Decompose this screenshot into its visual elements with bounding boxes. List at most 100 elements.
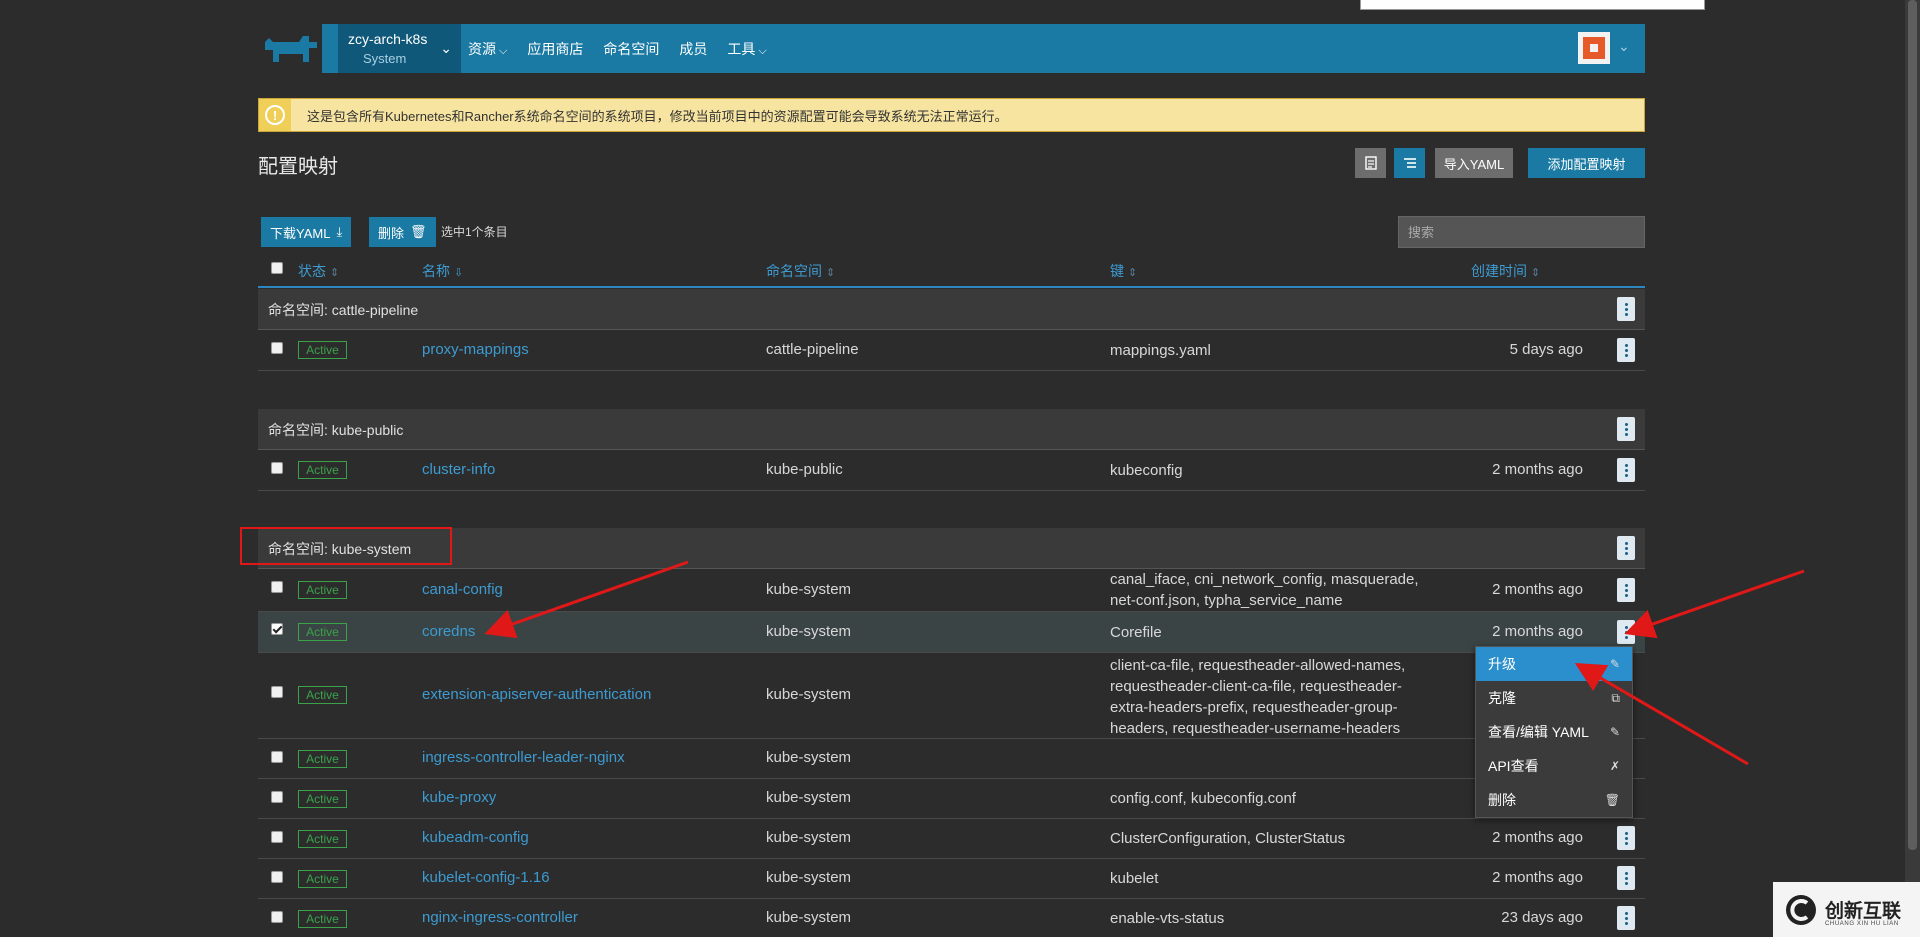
pencil-icon: ✎: [1609, 725, 1620, 739]
row-checkbox[interactable]: [271, 686, 283, 698]
menu-item-api-view[interactable]: API查看 ✗: [1476, 749, 1632, 783]
scrollbar-thumb[interactable]: [1908, 0, 1917, 850]
table-row: Active proxy-mappings cattle-pipeline ma…: [258, 330, 1645, 371]
table-header-divider: [258, 286, 1645, 288]
namespace-group-header: 命名空间: cattle-pipeline: [258, 289, 1645, 330]
sort-icon: ⇕: [330, 267, 340, 279]
configmap-name-link[interactable]: canal-config: [422, 581, 503, 598]
column-namespace[interactable]: 命名空间 ⇕: [766, 261, 835, 281]
popup-edge: [1360, 0, 1705, 10]
row-created: 2 months ago: [1492, 581, 1583, 598]
row-checkbox[interactable]: [271, 911, 283, 923]
menu-item-view-edit-yaml[interactable]: 查看/编辑 YAML ✎: [1476, 715, 1632, 749]
row-checkbox[interactable]: [271, 462, 283, 474]
document-icon: [1364, 156, 1377, 170]
copy-icon: ⧉: [1611, 690, 1620, 705]
add-configmap-button[interactable]: 添加配置映射: [1528, 148, 1645, 178]
configmap-name-link[interactable]: ingress-controller-leader-nginx: [422, 749, 625, 766]
menu-item-delete[interactable]: 删除 🗑: [1476, 783, 1632, 817]
configmap-name-link[interactable]: kube-proxy: [422, 789, 496, 806]
status-badge: Active: [298, 750, 347, 768]
row-checkbox[interactable]: [271, 871, 283, 883]
row-actions-kebab-icon[interactable]: [1617, 338, 1635, 362]
column-state[interactable]: 状态 ⇕: [298, 261, 339, 281]
column-name[interactable]: 名称 ⇩: [422, 261, 463, 281]
row-keys: kubelet: [1110, 870, 1159, 887]
warning-icon: !: [259, 99, 291, 131]
row-actions-kebab-icon[interactable]: [1617, 866, 1635, 890]
avatar-icon: [1583, 37, 1605, 59]
status-badge: Active: [298, 686, 347, 704]
search-input[interactable]: [1398, 216, 1645, 248]
group-view-button[interactable]: [1394, 148, 1425, 178]
sort-icon: ⇕: [1128, 267, 1138, 279]
nav-resources[interactable]: 资源 ⌵: [468, 39, 507, 59]
chevron-down-icon: ⌵: [758, 44, 767, 57]
nav-namespaces[interactable]: 命名空间: [603, 39, 659, 59]
row-checkbox[interactable]: [271, 342, 283, 354]
chevron-down-icon[interactable]: ⌄: [1618, 38, 1630, 55]
table-row: Active kubelet-config-1.16 kube-system k…: [258, 859, 1645, 899]
select-all-checkbox[interactable]: [271, 262, 283, 274]
row-actions-kebab-icon[interactable]: [1617, 906, 1635, 930]
row-created: 2 months ago: [1492, 623, 1583, 640]
user-avatar[interactable]: [1578, 32, 1610, 64]
project-name: System: [363, 51, 407, 66]
row-actions-kebab-icon[interactable]: [1617, 578, 1635, 602]
page-scrollbar[interactable]: [1905, 0, 1920, 937]
row-actions-kebab-icon[interactable]: [1617, 826, 1635, 850]
delete-button[interactable]: 删除 🗑: [369, 217, 436, 247]
nav-tools[interactable]: 工具 ⌵: [727, 39, 766, 59]
warning-text: 这是包含所有Kubernetes和Rancher系统命名空间的系统项目，修改当前…: [307, 108, 1008, 124]
row-checkbox[interactable]: [271, 623, 283, 635]
row-actions-kebab-icon[interactable]: [1617, 620, 1635, 644]
status-badge: Active: [298, 461, 347, 479]
row-namespace: kube-system: [766, 789, 852, 806]
watermark-logo-icon: [1786, 894, 1816, 925]
group-actions-kebab-icon[interactable]: [1617, 417, 1635, 441]
status-badge: Active: [298, 581, 347, 599]
status-badge: Active: [298, 623, 347, 641]
nav-catalog[interactable]: 应用商店: [527, 39, 583, 59]
download-icon: ⤓: [336, 224, 343, 239]
watermark-logo: 创新互联 CHUANG XIN HU LIAN: [1773, 882, 1920, 937]
row-checkbox[interactable]: [271, 751, 283, 763]
configmap-name-link[interactable]: proxy-mappings: [422, 341, 529, 358]
row-checkbox[interactable]: [271, 791, 283, 803]
list-view-button[interactable]: [1355, 148, 1386, 178]
configmap-name-link[interactable]: nginx-ingress-controller: [422, 909, 578, 926]
table-row: Active extension-apiserver-authenticatio…: [258, 653, 1645, 739]
rancher-logo[interactable]: [258, 24, 322, 73]
row-actions-kebab-icon[interactable]: [1617, 458, 1635, 482]
cluster-project-selector[interactable]: zcy-arch-k8s System ⌄: [338, 24, 461, 73]
column-created[interactable]: 创建时间 ⇕: [1471, 261, 1540, 281]
configmap-name-link[interactable]: kubelet-config-1.16: [422, 869, 550, 886]
group-actions-kebab-icon[interactable]: [1617, 297, 1635, 321]
main-nav: 资源 ⌵ 应用商店 命名空间 成员 工具 ⌵: [468, 24, 787, 73]
row-keys: kubeconfig: [1110, 462, 1183, 479]
menu-item-upgrade[interactable]: 升级 ✎: [1476, 647, 1632, 681]
rancher-logo-icon: [265, 35, 317, 62]
cluster-name: zcy-arch-k8s: [348, 31, 428, 47]
column-keys[interactable]: 键 ⇕: [1110, 261, 1137, 281]
menu-item-clone[interactable]: 克隆 ⧉: [1476, 681, 1632, 715]
download-yaml-button[interactable]: 下载YAML ⤓: [261, 217, 352, 247]
group-actions-kebab-icon[interactable]: [1617, 536, 1635, 560]
row-namespace: kube-system: [766, 749, 852, 766]
configmap-name-link[interactable]: cluster-info: [422, 461, 495, 478]
configmap-name-link[interactable]: extension-apiserver-authentication: [422, 686, 651, 703]
import-yaml-button[interactable]: 导入YAML: [1435, 148, 1513, 178]
trash-icon: 🗑: [410, 224, 427, 239]
watermark-subtext: CHUANG XIN HU LIAN: [1825, 921, 1899, 927]
sort-icon: ⇕: [826, 267, 836, 279]
configmap-name-link[interactable]: kubeadm-config: [422, 829, 529, 846]
nav-members[interactable]: 成员: [679, 39, 707, 59]
watermark-text: 创新互联: [1825, 900, 1902, 922]
sort-icon: ⇩: [454, 267, 464, 279]
status-badge: Active: [298, 341, 347, 359]
row-namespace: kube-system: [766, 869, 852, 886]
configmap-name-link[interactable]: coredns: [422, 623, 475, 640]
row-checkbox[interactable]: [271, 581, 283, 593]
annotation-highlight-box: [240, 527, 452, 565]
row-checkbox[interactable]: [271, 831, 283, 843]
